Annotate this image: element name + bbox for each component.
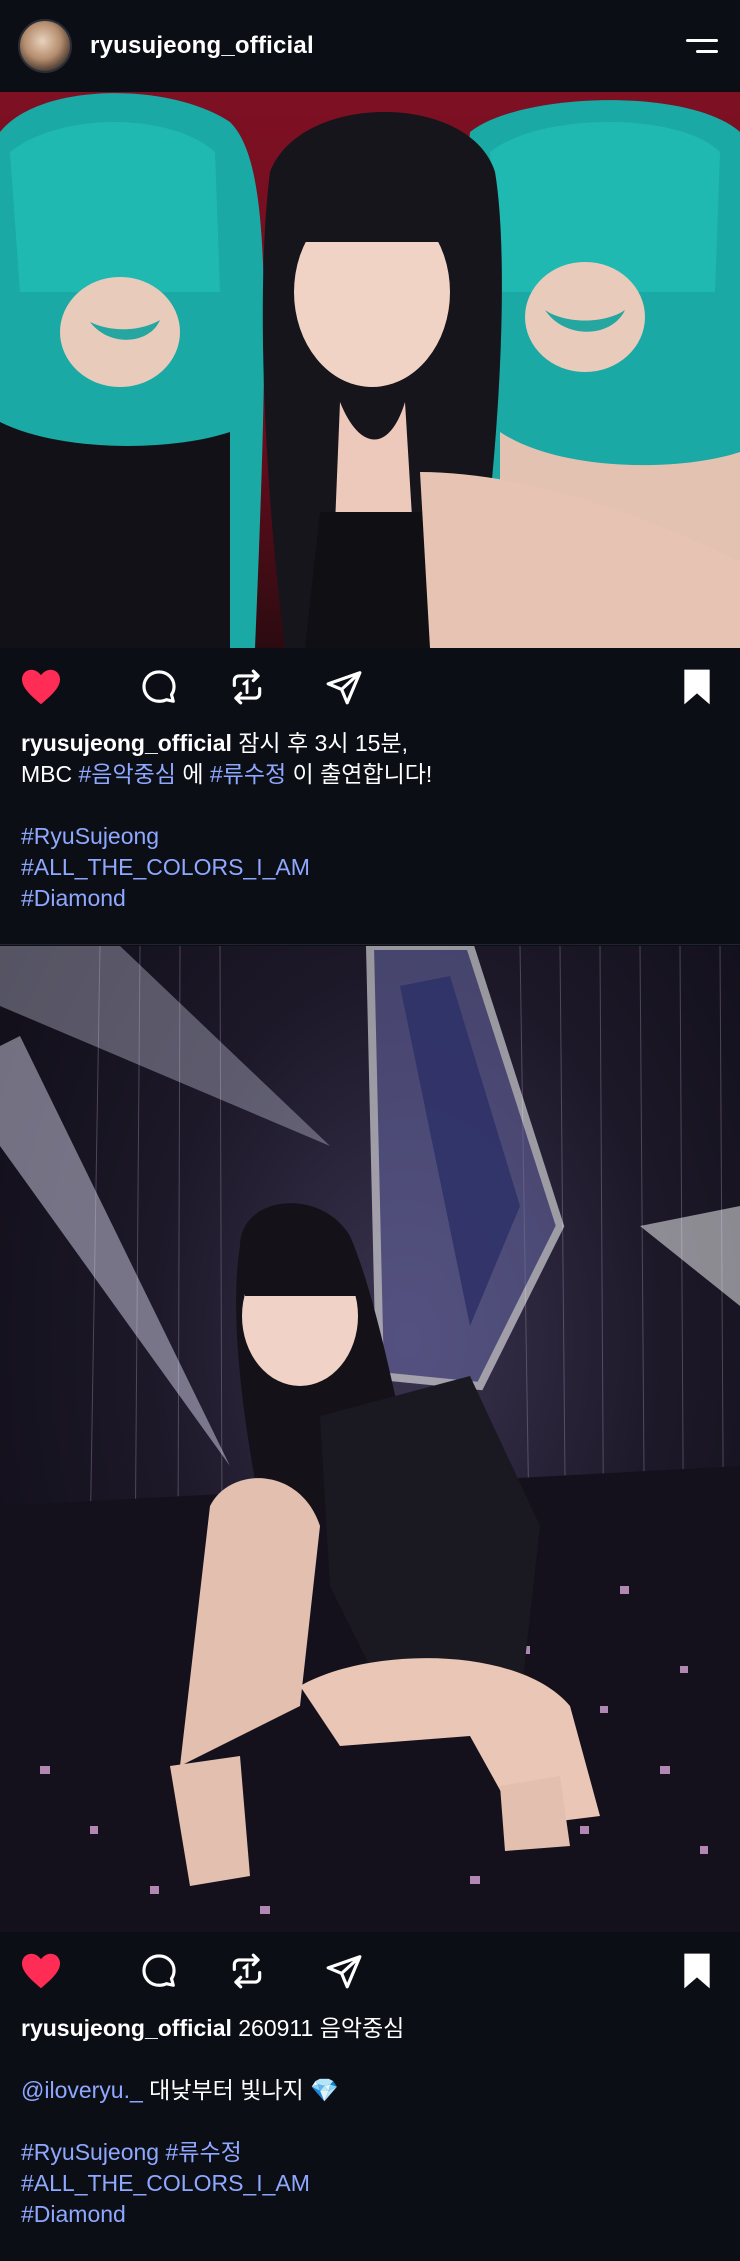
post-2-action-bar xyxy=(0,1932,740,2012)
post-divider xyxy=(0,944,740,945)
caption-text: 잠시 후 3시 15분, xyxy=(238,730,409,756)
caption-text: 대낮부터 빛나지 xyxy=(142,2077,311,2103)
hashtag-link[interactable]: #RyuSujeong xyxy=(21,2139,159,2165)
post-1-action-bar xyxy=(0,648,740,728)
heart-icon[interactable] xyxy=(20,1952,62,1990)
hashtag-link[interactable]: #ALL_THE_COLORS_I_AM xyxy=(21,2170,310,2196)
post-photo-1-illustration xyxy=(0,93,740,648)
post-photo-2-illustration xyxy=(0,946,740,1932)
hashtag-link[interactable]: #음악중심 xyxy=(79,761,176,787)
caption-text: MBC xyxy=(21,761,79,787)
comment-icon[interactable] xyxy=(140,1952,178,1990)
caption-line: ryusujeong_official 잠시 후 3시 15분, xyxy=(21,728,721,759)
caption-line: ryusujeong_official 260911 음악중심 xyxy=(21,2013,721,2044)
hashtag-link[interactable]: #류수정 xyxy=(166,2139,242,2165)
mention-link[interactable]: @iloveryu._ xyxy=(21,2077,143,2103)
caption-line: @iloveryu._ 대낮부터 빛나지 💎 xyxy=(21,2075,721,2106)
post-2-caption: ryusujeong_official 260911 음악중심 @ilovery… xyxy=(21,2013,721,2230)
caption-text: 260911 음악중심 xyxy=(238,2015,405,2041)
caption-line: MBC #음악중심 에 #류수정 이 출연합니다! xyxy=(21,759,721,790)
bookmark-icon[interactable] xyxy=(680,668,714,706)
caption-text: 이 출연합니다! xyxy=(286,761,433,787)
hashtag-link[interactable]: #류수정 xyxy=(210,761,286,787)
repost-icon[interactable] xyxy=(228,1952,266,1990)
caption-username[interactable]: ryusujeong_official xyxy=(21,2015,232,2041)
profile-header: ryusujeong_official xyxy=(0,0,740,92)
hashtag-link[interactable]: #ALL_THE_COLORS_I_AM xyxy=(21,854,310,880)
caption-text: 에 xyxy=(175,761,210,787)
post-photo-2[interactable] xyxy=(0,946,740,1932)
hashtag-link[interactable]: #Diamond xyxy=(21,885,126,911)
repost-icon[interactable] xyxy=(228,668,266,706)
post-photo-1[interactable] xyxy=(0,92,740,648)
heart-icon[interactable] xyxy=(20,668,62,706)
post-1-caption: ryusujeong_official 잠시 후 3시 15분, MBC #음악… xyxy=(21,728,721,914)
share-icon[interactable] xyxy=(324,1952,364,1990)
hashtag-link[interactable]: #Diamond xyxy=(21,2201,126,2227)
menu-icon[interactable] xyxy=(682,31,722,61)
comment-icon[interactable] xyxy=(140,668,178,706)
bookmark-icon[interactable] xyxy=(680,1952,714,1990)
feed-screen: ryusujeong_official ryusujeong_official … xyxy=(0,0,740,2261)
caption-username[interactable]: ryusujeong_official xyxy=(21,730,232,756)
avatar[interactable] xyxy=(18,19,72,73)
hashtag-link[interactable]: #RyuSujeong xyxy=(21,823,159,849)
share-icon[interactable] xyxy=(324,668,364,706)
diamond-emoji: 💎 xyxy=(310,2077,339,2103)
profile-username[interactable]: ryusujeong_official xyxy=(90,32,314,60)
